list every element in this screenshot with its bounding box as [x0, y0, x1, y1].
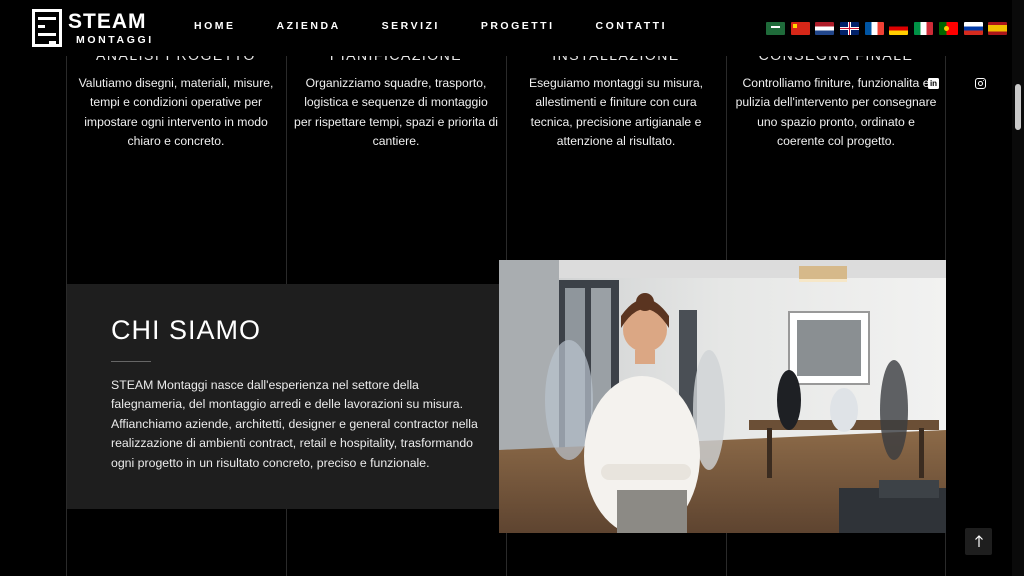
flag-chinese-icon[interactable] — [790, 22, 810, 35]
site-header: STEAM MONTAGGI HOME AZIENDA SERVIZI PROG… — [0, 0, 1012, 56]
service-text: Controlliamo finiture, funzionalita e pu… — [735, 76, 937, 149]
flag-german-icon[interactable] — [889, 22, 909, 35]
logo-mark-icon — [32, 9, 62, 47]
language-switcher — [766, 22, 1013, 35]
scrollbar-thumb[interactable] — [1015, 84, 1021, 130]
flag-french-icon[interactable] — [864, 22, 884, 35]
flag-russian-icon[interactable] — [963, 22, 983, 35]
nav-azienda[interactable]: AZIENDA — [277, 20, 341, 32]
flag-italian-icon[interactable] — [914, 22, 934, 35]
flag-dutch-icon[interactable] — [815, 22, 835, 35]
nav-servizi[interactable]: SERVIZI — [382, 20, 440, 32]
brand-tagline: MONTAGGI — [76, 33, 154, 46]
flag-english-icon[interactable] — [840, 22, 860, 35]
about-card: CHI SIAMO STEAM Montaggi nasce dall'espe… — [67, 284, 514, 509]
flag-spanish-icon[interactable] — [988, 22, 1008, 35]
nav-contatti[interactable]: CONTATTI — [596, 20, 668, 32]
instagram-icon[interactable] — [975, 78, 986, 89]
social-links: in — [928, 78, 986, 89]
brand-name: STEAM — [68, 9, 147, 33]
flag-portuguese-icon[interactable] — [938, 22, 958, 35]
arrow-up-icon — [974, 535, 983, 547]
nav-progetti[interactable]: PROGETTI — [481, 20, 555, 32]
about-divider — [111, 361, 151, 362]
brand-logo[interactable]: STEAM MONTAGGI — [32, 9, 154, 47]
page: ANALISI PROGETTO Valutiamo disegni, mate… — [0, 0, 1024, 576]
about-text: STEAM Montaggi nasce dall'esperienza nel… — [111, 378, 478, 470]
page-scrollbar[interactable] — [1012, 0, 1024, 576]
main-nav: HOME AZIENDA SERVIZI PROGETTI CONTATTI — [194, 20, 708, 32]
flag-arabic-icon[interactable] — [766, 22, 785, 35]
service-text: Valutiamo disegni, materiali, misure, te… — [78, 76, 274, 149]
linkedin-icon[interactable]: in — [928, 78, 939, 89]
service-text: Organizziamo squadre, trasporto, logisti… — [294, 76, 498, 149]
office-photo — [499, 260, 946, 533]
service-text: Eseguiamo montaggi su misura, allestimen… — [528, 76, 704, 149]
about-title: CHI SIAMO — [111, 315, 262, 345]
nav-home[interactable]: HOME — [194, 20, 236, 32]
back-to-top-button[interactable] — [965, 528, 992, 555]
about-photo — [499, 260, 946, 533]
